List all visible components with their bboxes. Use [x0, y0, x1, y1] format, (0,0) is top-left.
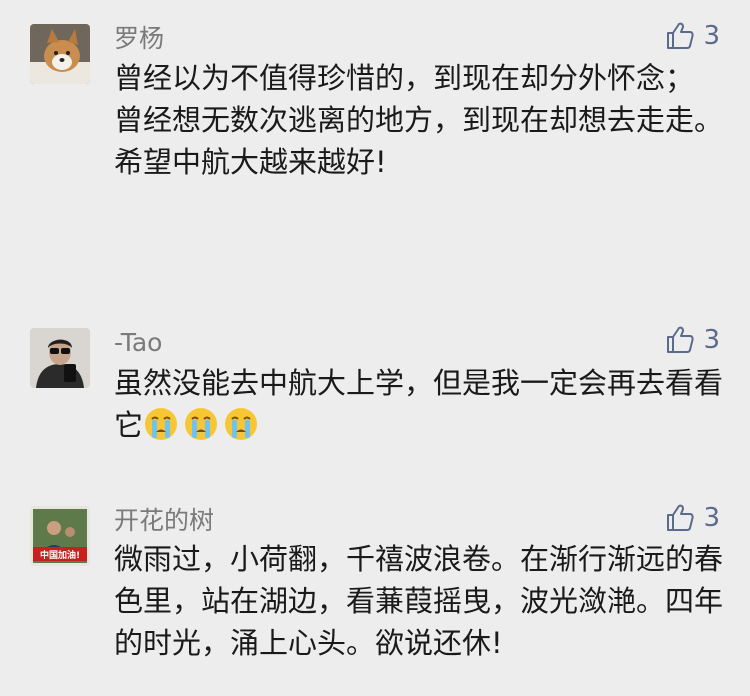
comment-line: 希望中航大越来越好! — [114, 145, 387, 179]
comment-item: 中国加油! 开花的树 3 微雨过，小荷翻，千禧波浪卷。在渐行渐远的春色里，站在湖… — [0, 490, 750, 696]
like-count: 3 — [703, 21, 720, 51]
comment-text: 虽然没能去中航大上学，但是我一定会再去看看它 — [114, 362, 724, 446]
crying-face-emoji — [223, 406, 259, 442]
comment-item: -Tao 3 虽然没能去中航大上学，但是我一定会再去看看它 — [0, 300, 750, 490]
thumbs-up-icon — [665, 503, 695, 533]
thumbs-up-icon — [665, 21, 695, 51]
username[interactable]: 罗杨 — [114, 24, 164, 54]
like-count: 3 — [703, 325, 720, 355]
username[interactable]: 开花的树 — [114, 506, 214, 536]
comment-text-body: 微雨过，小荷翻，千禧波浪卷。在渐行渐远的春色里，站在湖边，看蒹葭摇曳，波光潋滟。… — [114, 542, 724, 660]
like-button[interactable]: 3 — [665, 323, 720, 357]
avatar[interactable] — [30, 24, 90, 84]
crying-face-emoji — [183, 406, 219, 442]
comment-text: 微雨过，小荷翻，千禧波浪卷。在渐行渐远的春色里，站在湖边，看蒹葭摇曳，波光潋滟。… — [114, 538, 724, 664]
crying-face-emoji — [143, 406, 179, 442]
comment-item: 罗杨 3 曾经以为不值得珍惜的，到现在却分外怀念； 曾经想无数次逃离的地方，到现… — [0, 0, 750, 290]
thumbs-up-icon — [665, 325, 695, 355]
like-button[interactable]: 3 — [665, 19, 720, 53]
avatar[interactable] — [30, 328, 90, 388]
avatar[interactable]: 中国加油! — [30, 506, 90, 566]
like-count: 3 — [703, 503, 720, 533]
comment-line: 曾经以为不值得珍惜的，到现在却分外怀念； — [114, 61, 695, 95]
username[interactable]: -Tao — [114, 328, 162, 358]
avatar-caption: 中国加油! — [40, 549, 80, 561]
comment-line: 曾经想无数次逃离的地方，到现在却想去走走。 — [114, 103, 724, 137]
like-button[interactable]: 3 — [665, 501, 720, 535]
comment-text: 曾经以为不值得珍惜的，到现在却分外怀念； 曾经想无数次逃离的地方，到现在却想去走… — [114, 57, 724, 183]
